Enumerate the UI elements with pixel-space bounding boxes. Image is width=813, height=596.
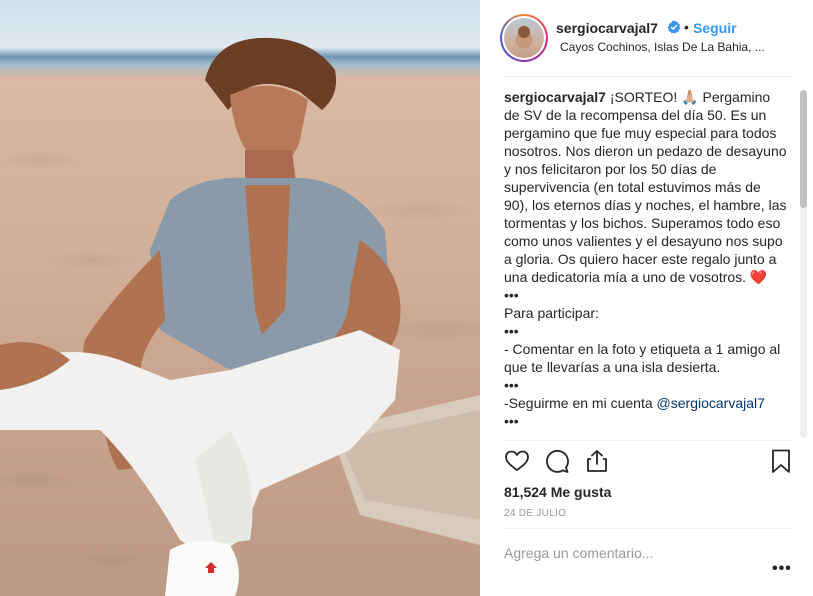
- actions-divider: [504, 440, 791, 441]
- post-header: sergiocarvajal7 • Seguir Cayos Cochinos,…: [480, 0, 813, 76]
- like-count[interactable]: 81,524 Me gusta: [504, 484, 611, 500]
- username-link[interactable]: sergiocarvajal7: [556, 20, 658, 36]
- verified-icon: [667, 20, 681, 34]
- caption-body: ¡SORTEO! 🙏🏼 Pergamino de SV de la recomp…: [504, 89, 787, 411]
- share-icon[interactable]: [584, 448, 610, 474]
- caption-username[interactable]: sergiocarvajal7: [504, 89, 606, 105]
- more-options-icon[interactable]: •••: [772, 560, 792, 578]
- comment-icon[interactable]: [544, 448, 570, 474]
- heart-icon[interactable]: [504, 448, 530, 474]
- caption-tail: •••: [504, 413, 519, 429]
- avatar[interactable]: [500, 14, 548, 62]
- person-figure: [0, 37, 480, 596]
- post-details-panel: sergiocarvajal7 • Seguir Cayos Cochinos,…: [480, 0, 813, 596]
- location-link[interactable]: Cayos Cochinos, Islas De La Bahia, ...: [560, 40, 790, 54]
- caption-text: sergiocarvajal7 ¡SORTEO! 🙏🏼 Pergamino de…: [504, 88, 788, 430]
- post-photo[interactable]: [0, 0, 480, 596]
- scrollbar-thumb[interactable]: [800, 90, 807, 208]
- action-bar: [504, 448, 794, 478]
- caption-scrollbar[interactable]: [800, 90, 807, 438]
- header-separator: •: [684, 19, 689, 35]
- bookmark-icon[interactable]: [768, 448, 794, 474]
- comment-divider: [504, 528, 791, 529]
- follow-button[interactable]: Seguir: [693, 20, 737, 36]
- post-date[interactable]: 24 DE JULIO: [504, 508, 566, 519]
- caption-mention[interactable]: @sergiocarvajal7: [657, 395, 765, 411]
- header-divider: [504, 76, 791, 77]
- comment-input[interactable]: Agrega un comentario...: [504, 545, 653, 561]
- caption-area: sergiocarvajal7 ¡SORTEO! 🙏🏼 Pergamino de…: [504, 88, 788, 438]
